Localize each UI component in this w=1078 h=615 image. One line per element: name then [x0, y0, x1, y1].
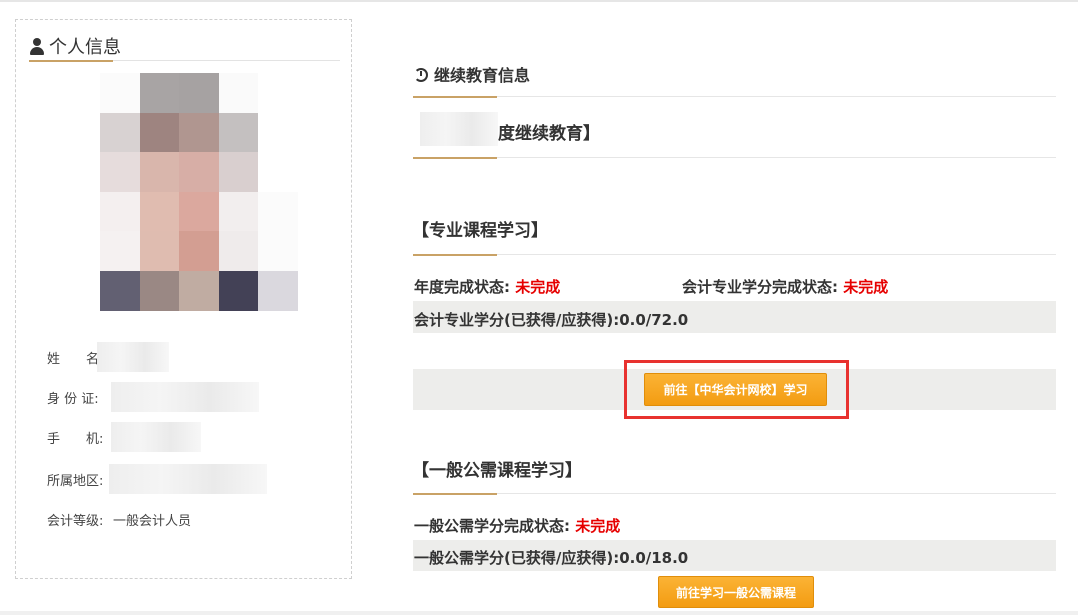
- annual-status: 年度完成状态: 未完成: [414, 276, 560, 297]
- education-info-title: 继续教育信息: [434, 66, 531, 85]
- professional-credits-text: 会计专业学分(已获得/应获得):0.0/72.0: [414, 311, 689, 329]
- region-row: 所属地区:: [47, 464, 267, 494]
- credit-status-label: 会计专业学分完成状态:: [682, 278, 838, 296]
- phone-label: 手 机:: [47, 431, 104, 447]
- accounting-level-label: 会计等级:: [47, 514, 104, 529]
- general-status-label: 一般公需学分完成状态:: [414, 517, 570, 535]
- education-divider: [413, 96, 1056, 98]
- personal-info-title: 个人信息: [49, 37, 121, 58]
- general-status: 一般公需学分完成状态: 未完成: [414, 515, 620, 536]
- name-row: 姓 名:: [47, 342, 169, 372]
- professional-divider: [413, 254, 1056, 256]
- id-card-value: [111, 382, 259, 412]
- credit-status: 会计专业学分完成状态: 未完成: [682, 276, 888, 297]
- phone-value: [111, 422, 201, 452]
- id-card-row: 身 份 证:: [47, 382, 259, 412]
- history-icon: [414, 68, 428, 82]
- education-info-header: 继续教育信息: [414, 62, 530, 86]
- year-value: [420, 112, 498, 146]
- accounting-level-row: 会计等级: 一般会计人员: [47, 510, 191, 529]
- general-status-value: 未完成: [575, 517, 621, 535]
- phone-row: 手 机:: [47, 422, 201, 452]
- general-credits-text: 一般公需学分(已获得/应获得):0.0/18.0: [414, 549, 689, 567]
- personal-info-header: 个人信息: [29, 33, 121, 59]
- region-value: [109, 464, 267, 494]
- personal-info-divider: [29, 60, 340, 62]
- region-label: 所属地区:: [47, 473, 104, 489]
- id-card-label: 身 份 证:: [47, 391, 99, 407]
- goto-general-course-button[interactable]: 前往学习一般公需课程: [658, 576, 814, 608]
- user-icon: [29, 37, 45, 55]
- bottom-border: [0, 611, 1078, 615]
- general-course-title: 【一般公需课程学习】: [412, 461, 582, 481]
- credit-status-value: 未完成: [843, 278, 889, 296]
- year-divider: [413, 157, 1056, 159]
- accounting-level-value: 一般会计人员: [113, 514, 192, 529]
- avatar: [100, 73, 298, 311]
- name-value: [97, 342, 169, 372]
- annual-status-label: 年度完成状态:: [414, 278, 510, 296]
- year-education-title: 度继续教育】: [498, 124, 600, 144]
- personal-info-panel: 个人信息 姓 名: 身 份 证: 手 机: 所属地区: 会计等级: 一般会计人员: [15, 19, 352, 579]
- top-border: [0, 0, 1078, 2]
- professional-course-title: 【专业课程学习】: [412, 221, 548, 241]
- general-divider: [413, 493, 1056, 495]
- highlight-box: [624, 360, 849, 419]
- annual-status-value: 未完成: [515, 278, 561, 296]
